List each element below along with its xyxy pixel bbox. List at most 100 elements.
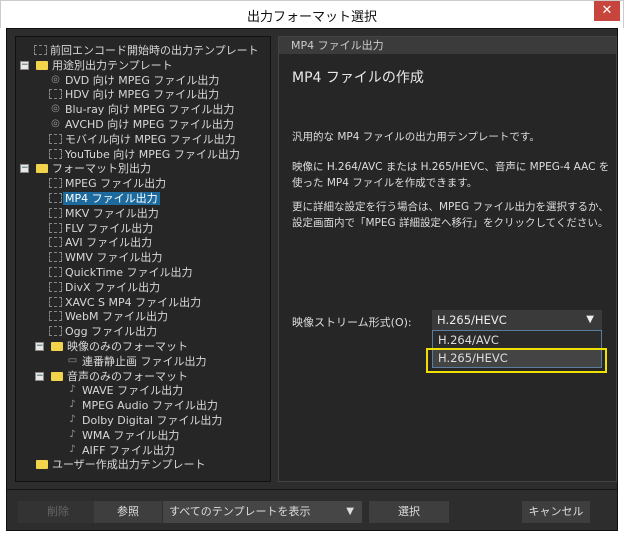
tree-item[interactable]: ◎ Blu-ray 向け MPEG ファイル出力 bbox=[16, 102, 236, 117]
film-icon bbox=[49, 148, 62, 159]
tree-item[interactable]: ♪ WAVE ファイル出力 bbox=[16, 383, 185, 398]
film-icon bbox=[34, 45, 47, 55]
note-icon: ♪ bbox=[69, 428, 76, 440]
tree-item[interactable]: − 音声のみのフォーマット bbox=[16, 369, 190, 384]
tree-item[interactable]: XAVC S MP4 ファイル出力 bbox=[16, 295, 203, 310]
tree-item-label: QuickTime ファイル出力 bbox=[65, 266, 193, 279]
tree-item[interactable]: ユーザー作成出力テンプレート bbox=[16, 457, 207, 472]
collapse-toggle[interactable]: − bbox=[35, 342, 44, 351]
film-icon bbox=[49, 296, 62, 307]
tree-item-label: モバイル向け MPEG ファイル出力 bbox=[65, 132, 236, 146]
tree-item[interactable]: FLV ファイル出力 bbox=[16, 221, 155, 236]
tree-item[interactable]: ♪ WMA ファイル出力 bbox=[16, 428, 181, 443]
tree-item-label: WMA ファイル出力 bbox=[82, 428, 180, 442]
tree-item-label: DivX ファイル出力 bbox=[65, 280, 161, 294]
tree-item[interactable]: ♪ MPEG Audio ファイル出力 bbox=[16, 398, 220, 413]
selected-value: H.265/HEVC bbox=[437, 313, 507, 327]
tree-item-label: 音声のみのフォーマット bbox=[67, 369, 188, 383]
note-icon: ♪ bbox=[69, 414, 76, 425]
tree-item[interactable]: WebM ファイル出力 bbox=[16, 309, 170, 324]
tree-item[interactable]: ♪ Dolby Digital ファイル出力 bbox=[16, 413, 224, 428]
tree-item-label: FLV ファイル出力 bbox=[65, 221, 154, 235]
option-h264[interactable]: H.264/AVC bbox=[433, 331, 601, 349]
collapse-toggle[interactable]: − bbox=[20, 60, 29, 70]
film-icon bbox=[49, 193, 62, 203]
description-3: 更に詳細な設定を行う場合は、MPEG ファイル出力を選択するか、設定画面内で「M… bbox=[292, 201, 609, 229]
tree-item-label: ユーザー作成出力テンプレート bbox=[52, 458, 206, 472]
tree-item-label: MP4 ファイル出力 bbox=[63, 192, 160, 205]
tree-item-label: AIFF ファイル出力 bbox=[82, 443, 175, 457]
detail-panel: MP4 ファイル出力 MP4 ファイルの作成 汎用的な MP4 ファイルの出力用… bbox=[278, 36, 617, 482]
note-icon: ♪ bbox=[69, 399, 76, 411]
film-icon bbox=[49, 311, 62, 322]
tree-item[interactable]: MKV ファイル出力 bbox=[16, 206, 161, 221]
chevron-down-icon: ▼ bbox=[346, 506, 354, 517]
tree-item-label: MPEG ファイル出力 bbox=[65, 177, 167, 191]
tree-item[interactable]: YouTube 向け MPEG ファイル出力 bbox=[16, 147, 242, 162]
tree-item-label: XAVC S MP4 ファイル出力 bbox=[65, 295, 202, 309]
tree-item-label: MKV ファイル出力 bbox=[65, 206, 159, 220]
tree-item[interactable]: MP4 ファイル出力 bbox=[16, 191, 160, 206]
detail-header: MP4 ファイル出力 bbox=[279, 37, 616, 54]
tree-item-label: 前回エンコード開始時の出力テンプレート bbox=[50, 44, 259, 57]
tree-item[interactable]: ▭ 連番静止画 ファイル出力 bbox=[16, 354, 209, 369]
description-2: 映像に H.264/AVC または H.265/HEVC、音声に MPEG-4 … bbox=[292, 161, 610, 189]
collapse-toggle[interactable]: − bbox=[35, 371, 44, 381]
folder-icon bbox=[51, 371, 63, 381]
tree-item[interactable]: MPEG ファイル出力 bbox=[16, 176, 168, 191]
tree-item-label: AVI ファイル出力 bbox=[65, 236, 153, 250]
film-icon bbox=[49, 326, 62, 337]
tree-item-label: WebM ファイル出力 bbox=[65, 310, 168, 324]
template-filter-select[interactable]: すべてのテンプレートを表示 ▼ bbox=[163, 501, 362, 523]
title-bar: 出力フォーマット選択 ✕ bbox=[0, 0, 624, 28]
film-icon bbox=[49, 237, 62, 248]
disc-icon: ◎ bbox=[51, 118, 60, 129]
note-icon: ♪ bbox=[69, 443, 76, 455]
select-button[interactable]: 選択 bbox=[369, 501, 449, 523]
tree-item[interactable]: Ogg ファイル出力 bbox=[16, 324, 159, 339]
tree-item[interactable]: − 映像のみのフォーマット bbox=[16, 339, 190, 354]
close-button[interactable]: ✕ bbox=[594, 1, 620, 21]
collapse-toggle[interactable]: − bbox=[20, 164, 29, 174]
image-icon: ▭ bbox=[67, 354, 78, 366]
tree-item[interactable]: − 用途別出力テンプレート bbox=[16, 58, 175, 73]
tree-item-label: 連番静止画 ファイル出力 bbox=[82, 354, 207, 368]
tree-item[interactable]: モバイル向け MPEG ファイル出力 bbox=[16, 132, 238, 147]
dialog-body: 前回エンコード開始時の出力テンプレート − 用途別出力テンプレート ◎ DVD 向け M… bbox=[6, 28, 618, 531]
cancel-button[interactable]: キャンセル bbox=[522, 501, 590, 523]
video-stream-select[interactable]: H.265/HEVC ▼ bbox=[432, 310, 602, 330]
tree-item[interactable]: AVI ファイル出力 bbox=[16, 235, 154, 250]
tree-item-label: Blu-ray 向け MPEG ファイル出力 bbox=[65, 103, 235, 117]
tree-item-label: DVD 向け MPEG ファイル出力 bbox=[65, 73, 220, 87]
tree-item[interactable]: − フォーマット別出力 bbox=[16, 161, 153, 176]
tree-item[interactable]: ♪ AIFF ファイル出力 bbox=[16, 443, 177, 458]
delete-button[interactable]: 削除 bbox=[18, 501, 98, 523]
tree-item-label: WMV ファイル出力 bbox=[65, 251, 163, 265]
tree-item-label: Ogg ファイル出力 bbox=[65, 325, 158, 339]
film-icon bbox=[49, 207, 62, 218]
folder-icon bbox=[36, 164, 48, 174]
folder-icon bbox=[51, 342, 63, 351]
tree-item-label: Dolby Digital ファイル出力 bbox=[82, 414, 223, 427]
tree-item-label: YouTube 向け MPEG ファイル出力 bbox=[65, 147, 240, 161]
tree-item[interactable]: QuickTime ファイル出力 bbox=[16, 265, 195, 280]
tree-item[interactable]: ◎ AVCHD 向け MPEG ファイル出力 bbox=[16, 117, 236, 132]
film-icon bbox=[49, 252, 62, 263]
detail-title: MP4 ファイルの作成 bbox=[292, 70, 424, 86]
template-tree[interactable]: 前回エンコード開始時の出力テンプレート − 用途別出力テンプレート ◎ DVD 向け M… bbox=[15, 36, 271, 482]
note-icon: ♪ bbox=[69, 384, 76, 396]
film-icon bbox=[49, 267, 62, 277]
divider bbox=[7, 489, 617, 490]
tree-item[interactable]: 前回エンコード開始時の出力テンプレート bbox=[16, 43, 261, 58]
browse-button[interactable]: 参照 bbox=[94, 501, 162, 523]
tree-item-label: WAVE ファイル出力 bbox=[82, 384, 184, 398]
tree-item[interactable]: WMV ファイル出力 bbox=[16, 250, 164, 265]
disc-icon: ◎ bbox=[51, 73, 60, 85]
tree-item[interactable]: ◎ DVD 向け MPEG ファイル出力 bbox=[16, 73, 221, 88]
tree-item[interactable]: DivX ファイル出力 bbox=[16, 280, 162, 295]
chevron-down-icon: ▼ bbox=[586, 314, 594, 325]
tree-item-label: AVCHD 向け MPEG ファイル出力 bbox=[65, 118, 234, 131]
tree-item[interactable]: HDV 向け MPEG ファイル出力 bbox=[16, 87, 221, 102]
film-icon bbox=[49, 281, 62, 292]
video-stream-label: 映像ストリーム形式(O): bbox=[292, 316, 412, 329]
